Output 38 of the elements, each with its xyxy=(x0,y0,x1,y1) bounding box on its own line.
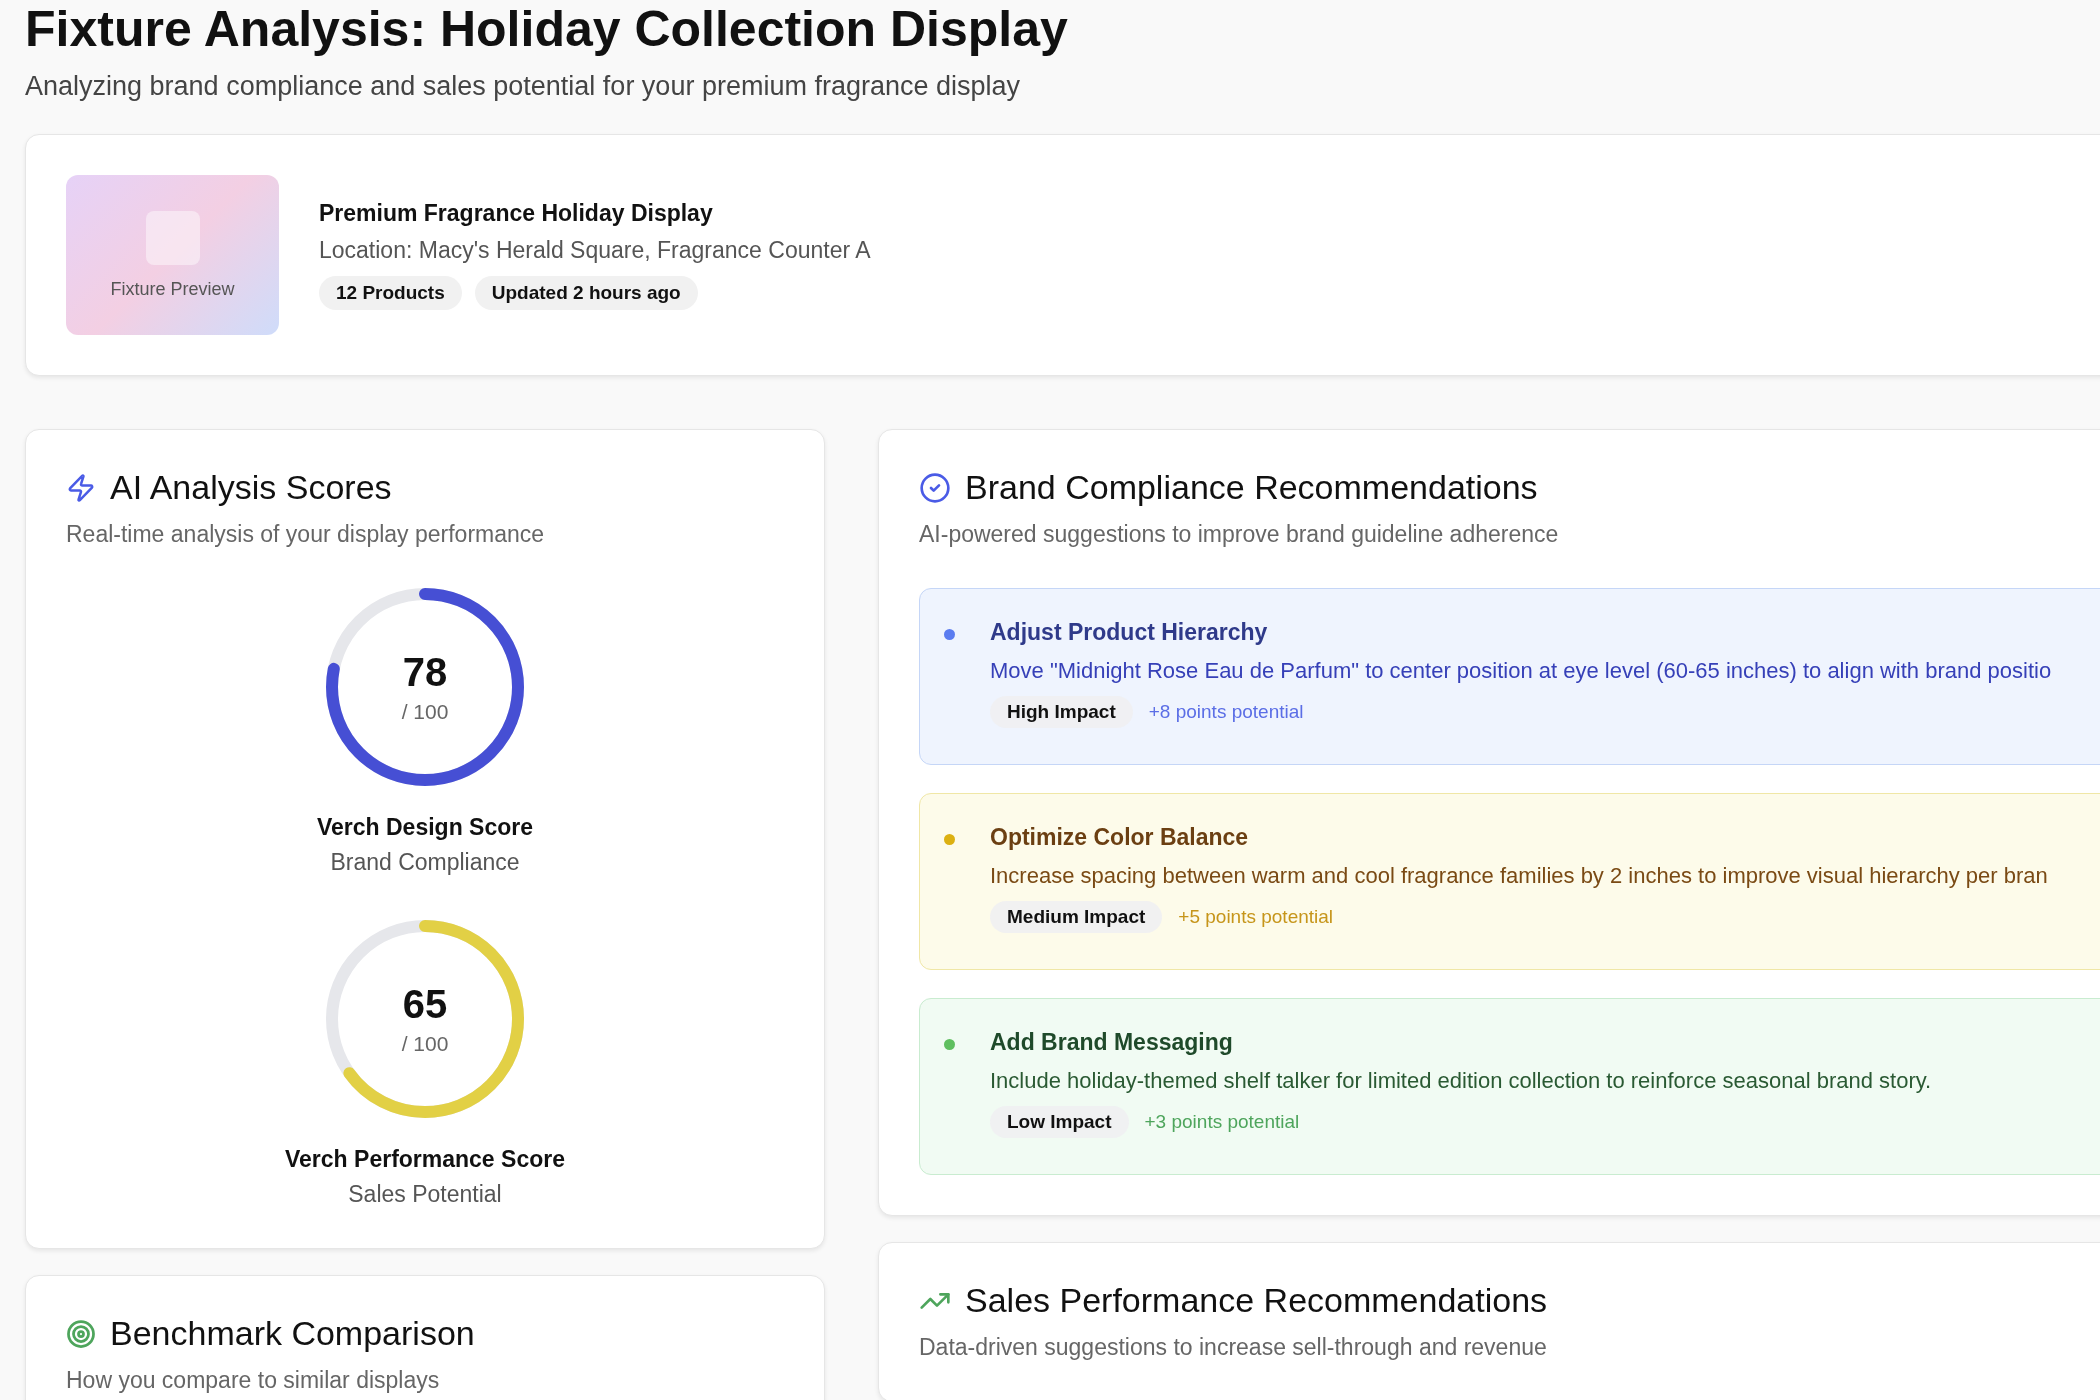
lightning-icon xyxy=(66,472,96,503)
points-potential: +8 points potential xyxy=(1148,701,1304,723)
score-name: Verch Design Score xyxy=(316,814,533,841)
impact-badge: Low Impact xyxy=(990,1106,1129,1138)
card-title: Brand Compliance Recommendations xyxy=(965,468,1538,507)
card-title: Benchmark Comparison xyxy=(110,1314,475,1353)
info-badge: 12 Products xyxy=(319,276,462,310)
score-name: Verch Performance Score xyxy=(285,1146,565,1173)
fixture-name: Premium Fragrance Holiday Display xyxy=(319,200,714,227)
preview-label: Fixture Preview xyxy=(110,278,235,300)
card-subtitle: How you compare to similar displays xyxy=(66,1367,441,1394)
points-potential: +5 points potential xyxy=(1178,906,1334,928)
impact-badge: Medium Impact xyxy=(990,901,1163,933)
score-caption: Brand Compliance xyxy=(330,849,520,876)
impact-badge: High Impact xyxy=(990,696,1133,728)
card-subtitle: Data-driven suggestions to increase sell-through and revenue xyxy=(919,1334,1548,1361)
info-badge: Updated 2 hours ago xyxy=(474,276,698,310)
recommendation-title: Adjust Product Hierarchy xyxy=(990,619,1269,646)
recommendation-text: Move "Midnight Rose Eau de Parfum" to center position at eye level (60-65 inches) to align with brand positio xyxy=(990,658,2053,684)
recommendation-text: Include holiday-themed shelf talker for limited edition collection to reinforce seasonal brand story. xyxy=(990,1068,1933,1094)
recommendation-text: Increase spacing between warm and cool fragrance families by 2 inches to improve visual hierarchy per bran xyxy=(990,863,2049,889)
card-subtitle: Real-time analysis of your display performance xyxy=(66,521,546,548)
card-title: AI Analysis Scores xyxy=(110,468,392,507)
fixture-location: Location: Macy's Herald Square, Fragrance Counter A xyxy=(319,237,871,264)
score-max: / 100 xyxy=(401,700,449,724)
target-icon xyxy=(66,1318,96,1349)
score-caption: Sales Potential xyxy=(348,1181,502,1208)
score-value: 78 xyxy=(402,650,448,694)
check-circle-icon xyxy=(919,471,951,504)
page-subtitle: Analyzing brand compliance and sales potential for your premium fragrance display xyxy=(25,70,1022,102)
page-title: Fixture Analysis: Holiday Collection Display xyxy=(25,0,1069,58)
score-max: / 100 xyxy=(401,1032,449,1056)
card-subtitle: AI-powered suggestions to improve brand guideline adherence xyxy=(919,521,1560,548)
score-value: 65 xyxy=(402,982,448,1026)
recommendation-title: Optimize Color Balance xyxy=(990,824,1250,851)
recommendation-title: Add Brand Messaging xyxy=(990,1029,1234,1056)
points-potential: +3 points potential xyxy=(1144,1111,1300,1133)
card-title: Sales Performance Recommendations xyxy=(965,1281,1548,1320)
